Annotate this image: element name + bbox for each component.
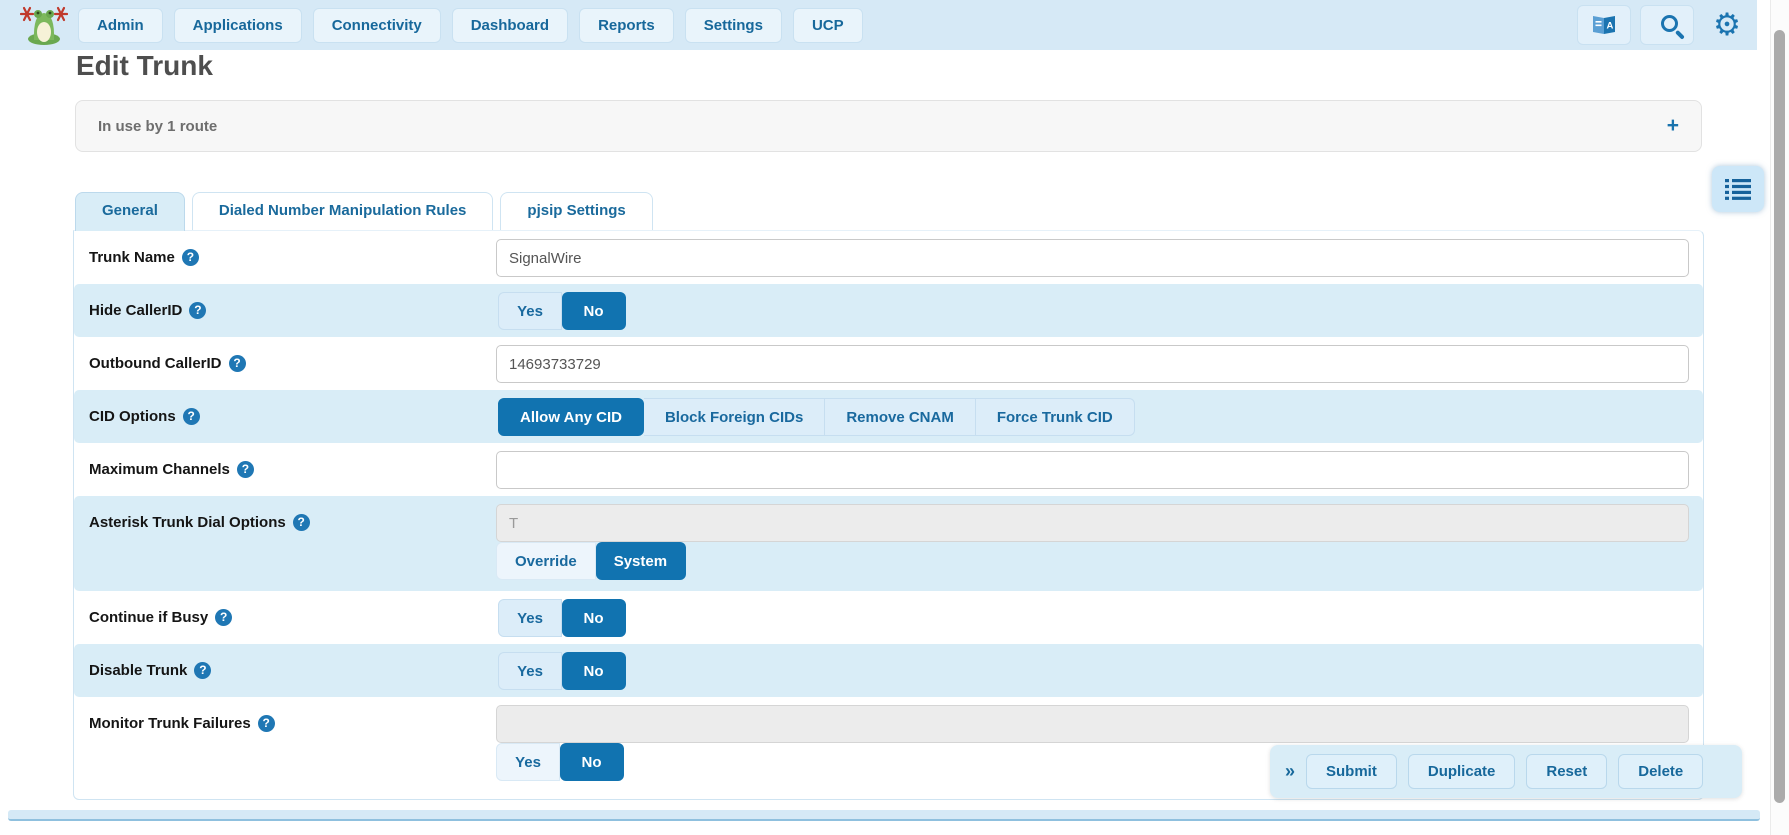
disable-trunk-label: Disable Trunk <box>89 662 187 679</box>
reset-button[interactable]: Reset <box>1526 754 1607 789</box>
maximum-channels-input[interactable] <box>496 451 1689 489</box>
help-icon[interactable]: ? <box>215 609 232 626</box>
search-button[interactable] <box>1640 5 1694 45</box>
trunk-name-input[interactable] <box>496 239 1689 277</box>
row-trunk-name: Trunk Name? <box>74 231 1703 284</box>
row-outbound-callerid: Outbound CallerID? <box>74 337 1703 390</box>
monitor-trunk-failures-label: Monitor Trunk Failures <box>89 715 251 732</box>
form-action-bar: » Submit Duplicate Reset Delete <box>1270 745 1742 798</box>
monitor-failures-no[interactable]: No <box>560 743 624 781</box>
row-cid-options: CID Options? Allow Any CID Block Foreign… <box>74 390 1703 443</box>
hide-callerid-yes[interactable]: Yes <box>498 292 562 330</box>
footer-divider <box>8 810 1760 821</box>
continue-if-busy-label: Continue if Busy <box>89 609 208 626</box>
cid-remove-cnam[interactable]: Remove CNAM <box>825 398 976 436</box>
list-icon <box>1725 179 1751 200</box>
continue-if-busy-yes[interactable]: Yes <box>498 599 562 637</box>
monitor-trunk-failures-toggle: Yes No <box>496 743 624 781</box>
cid-options-group: Allow Any CID Block Foreign CIDs Remove … <box>498 398 1135 436</box>
nav-ucp[interactable]: UCP <box>793 8 863 43</box>
tab-bar: General Dialed Number Manipulation Rules… <box>75 192 653 231</box>
in-use-text: In use by 1 route <box>98 118 217 135</box>
page-title: Edit Trunk <box>76 50 213 82</box>
help-icon[interactable]: ? <box>237 461 254 478</box>
cid-allow-any[interactable]: Allow Any CID <box>498 398 644 436</box>
hide-callerid-no[interactable]: No <box>562 292 626 330</box>
help-icon[interactable]: ? <box>293 514 310 531</box>
duplicate-button[interactable]: Duplicate <box>1408 754 1516 789</box>
outbound-callerid-label: Outbound CallerID <box>89 355 222 372</box>
continue-if-busy-toggle: Yes No <box>498 599 626 637</box>
expand-plus-icon[interactable]: + <box>1667 114 1679 138</box>
monitor-failures-yes[interactable]: Yes <box>496 743 560 781</box>
dial-options-mode-toggle: Override System <box>496 542 686 580</box>
help-icon[interactable]: ? <box>229 355 246 372</box>
help-icon[interactable]: ? <box>258 715 275 732</box>
help-icon[interactable]: ? <box>194 662 211 679</box>
cid-options-label: CID Options <box>89 408 176 425</box>
delete-button[interactable]: Delete <box>1618 754 1703 789</box>
tab-general[interactable]: General <box>75 192 185 231</box>
disable-trunk-no[interactable]: No <box>562 652 626 690</box>
dial-options-system[interactable]: System <box>596 542 686 580</box>
asterisk-dial-options-input <box>496 504 1689 542</box>
nav-applications[interactable]: Applications <box>174 8 302 43</box>
nav-admin[interactable]: Admin <box>78 8 163 43</box>
freepbx-logo[interactable] <box>20 4 68 46</box>
continue-if-busy-no[interactable]: No <box>562 599 626 637</box>
asterisk-dial-options-label: Asterisk Trunk Dial Options <box>89 514 286 531</box>
row-disable-trunk: Disable Trunk? Yes No <box>74 644 1703 697</box>
cid-block-foreign[interactable]: Block Foreign CIDs <box>644 398 825 436</box>
dial-options-override[interactable]: Override <box>496 542 596 580</box>
nav-settings[interactable]: Settings <box>685 8 782 43</box>
help-icon[interactable]: ? <box>189 302 206 319</box>
hide-callerid-toggle: Yes No <box>498 292 626 330</box>
top-navbar: Admin Applications Connectivity Dashboar… <box>0 0 1757 50</box>
search-icon <box>1661 15 1678 32</box>
outbound-callerid-input[interactable] <box>496 345 1689 383</box>
language-icon: A <box>1590 13 1618 37</box>
row-asterisk-dial-options: Asterisk Trunk Dial Options? Override Sy… <box>74 496 1703 591</box>
maximum-channels-label: Maximum Channels <box>89 461 230 478</box>
settings-gear-button[interactable]: ⚙ <box>1703 5 1751 45</box>
row-maximum-channels: Maximum Channels? <box>74 443 1703 496</box>
row-continue-if-busy: Continue if Busy? Yes No <box>74 591 1703 644</box>
collapse-toolbar-icon[interactable]: » <box>1285 761 1295 782</box>
cid-force-trunk[interactable]: Force Trunk CID <box>976 398 1135 436</box>
scrollbar-thumb[interactable] <box>1774 30 1785 803</box>
tab-pjsip-settings[interactable]: pjsip Settings <box>500 192 652 230</box>
svg-text:A: A <box>1607 21 1614 32</box>
navbar-right-tools: A ⚙ <box>1577 5 1751 45</box>
disable-trunk-toggle: Yes No <box>498 652 626 690</box>
monitor-trunk-failures-input <box>496 705 1689 743</box>
row-hide-callerid: Hide CallerID? Yes No <box>74 284 1703 337</box>
tab-dialed-number-manipulation-rules[interactable]: Dialed Number Manipulation Rules <box>192 192 494 230</box>
nav-dashboard[interactable]: Dashboard <box>452 8 568 43</box>
disable-trunk-yes[interactable]: Yes <box>498 652 562 690</box>
in-use-panel[interactable]: In use by 1 route + <box>75 100 1702 152</box>
nav-connectivity[interactable]: Connectivity <box>313 8 441 43</box>
hide-callerid-label: Hide CallerID <box>89 302 182 319</box>
guided-nav-button[interactable] <box>1712 166 1764 212</box>
general-tab-panel: Trunk Name? Hide CallerID? Yes No Outbou… <box>73 230 1704 800</box>
help-icon[interactable]: ? <box>183 408 200 425</box>
trunk-name-label: Trunk Name <box>89 249 175 266</box>
language-button[interactable]: A <box>1577 5 1631 45</box>
scrollbar-track[interactable] <box>1770 0 1789 835</box>
nav-reports[interactable]: Reports <box>579 8 674 43</box>
help-icon[interactable]: ? <box>182 249 199 266</box>
gear-icon: ⚙ <box>1713 10 1741 41</box>
main-menu: Admin Applications Connectivity Dashboar… <box>78 8 863 43</box>
submit-button[interactable]: Submit <box>1306 754 1397 789</box>
